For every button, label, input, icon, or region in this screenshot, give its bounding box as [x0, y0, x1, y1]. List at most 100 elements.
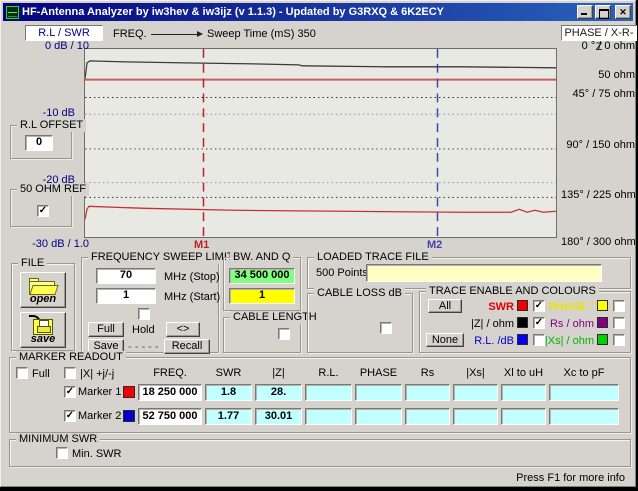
trace-label-phase: PHASE ° — [548, 301, 594, 313]
marker2-z: 30.01 — [255, 407, 302, 425]
marker2-rs — [405, 407, 450, 425]
axis-right-4: 135° / 225 ohm — [561, 189, 636, 201]
axis-right-0: 0 ° / 0 ohm — [581, 40, 635, 52]
range-button[interactable]: <> — [166, 322, 200, 337]
title-bar[interactable]: HF-Antenna Analyzer by iw3hev & iw3ijz (… — [3, 3, 633, 21]
trace-swatch-rs[interactable] — [597, 317, 608, 328]
stop-freq-label: MHz (Stop) — [164, 271, 220, 283]
xj-checkbox[interactable] — [64, 367, 76, 379]
hold-label: Hold — [132, 324, 155, 336]
limits-dashes: - - - - - — [128, 341, 159, 353]
start-freq-input[interactable]: 1 — [96, 288, 156, 304]
trace-enable-title: TRACE ENABLE AND COLOURS — [426, 285, 599, 298]
close-button-icon[interactable] — [615, 5, 631, 19]
points-label: 500 Points — [316, 267, 368, 279]
col-rs: Rs — [420, 367, 435, 379]
col-xc: Xc to pF — [563, 367, 605, 379]
marker1-phase — [355, 383, 402, 401]
trace-file-field[interactable] — [366, 264, 602, 282]
marker1-rs — [405, 383, 450, 401]
xj-label: |X| +j/-j — [80, 368, 115, 380]
app-icon — [6, 5, 19, 19]
fifty-ohm-ref-title: 50 OHM REF — [17, 183, 90, 196]
full-readout-checkbox[interactable] — [16, 367, 28, 379]
marker1-rl — [305, 383, 352, 401]
marker-readout-group: MARKER READOUT Full |X| +j/-j FREQ. SWR … — [9, 351, 631, 433]
axis-right-3: 90° / 150 ohm — [566, 139, 635, 151]
open-button[interactable]: open — [20, 272, 66, 308]
cable-loss-group: CABLE LOSS dB — [307, 287, 413, 353]
trace-checkbox-rs[interactable] — [613, 317, 625, 329]
minimize-button-icon[interactable] — [577, 5, 593, 19]
marker1-checkbox[interactable] — [64, 386, 76, 398]
sweep-plot[interactable] — [84, 48, 557, 238]
axis-right-1: 50 ohm — [598, 69, 635, 81]
full-button[interactable]: Full — [88, 322, 124, 337]
cable-length-group: CABLE LENGTH — [223, 311, 320, 353]
marker1-color-swatch[interactable] — [123, 386, 135, 398]
marker1-freq[interactable]: 18 250 000 — [138, 383, 202, 401]
marker1-label: Marker 1 — [78, 386, 122, 398]
min-swr-label: Min. SWR — [72, 448, 122, 460]
readout-column-headers: FREQ. SWR |Z| R.L. PHASE Rs |Xs| Xl to u… — [138, 367, 619, 379]
marker2-freq[interactable]: 52 750 000 — [138, 407, 202, 425]
min-swr-checkbox[interactable] — [56, 447, 68, 459]
sweep-arrowhead-icon — [197, 31, 203, 37]
axis-right-5: 180° / 300 ohm — [561, 236, 636, 248]
axis-left-0: 0 dB / 10 — [44, 40, 89, 52]
bandwidth-field: 34 500 000 — [229, 268, 295, 284]
marker2-color-swatch[interactable] — [123, 410, 135, 422]
marker1-flag[interactable]: M1 — [194, 239, 209, 251]
fifty-ohm-ref-group: 50 OHM REF — [10, 183, 90, 227]
trace-swatch-xs[interactable] — [597, 334, 608, 345]
file-group: FILE open save — [11, 257, 75, 351]
axis-left-1: -10 dB — [42, 107, 75, 119]
sweep-time-label: Sweep Time (mS) 350 — [207, 28, 316, 40]
col-xs: |Xs| — [466, 367, 485, 379]
trace-swatch-phase[interactable] — [597, 300, 608, 311]
marker2-xc — [549, 407, 619, 425]
hold-checkbox[interactable] — [138, 308, 150, 320]
rl-swr-mode-label: R.L / SWR — [25, 25, 103, 41]
maximize-button-icon[interactable] — [595, 5, 611, 19]
marker1-row: Marker 1 18 250 000 1.8 28. — [64, 383, 619, 401]
none-traces-button[interactable]: None — [426, 333, 464, 347]
marker1-xl — [501, 383, 546, 401]
marker2-flag[interactable]: M2 — [427, 239, 442, 251]
trace-enable-group: TRACE ENABLE AND COLOURS All None SWR PH… — [419, 285, 631, 353]
save-button[interactable]: save — [20, 312, 66, 348]
rl-offset-input[interactable]: 0 — [25, 135, 53, 151]
fifty-ohm-ref-checkbox[interactable] — [37, 205, 49, 217]
trace-label-z: |Z| / ohm — [470, 318, 514, 330]
col-rl: R.L. — [318, 367, 339, 379]
rl-offset-title: R.L OFFSET — [17, 119, 87, 132]
cable-loss-checkbox[interactable] — [380, 322, 392, 334]
trace-checkbox-xs[interactable] — [613, 334, 625, 346]
trace-checkbox-phase[interactable] — [613, 300, 625, 312]
open-button-label: open — [29, 293, 57, 305]
trace-label-xs: |Xs| / ohm — [544, 335, 594, 347]
marker1-swr: 1.8 — [205, 383, 252, 401]
sweep-arrow-icon — [151, 34, 197, 35]
stop-freq-input[interactable]: 70 — [96, 268, 156, 284]
trace-label-rl: R.L. /dB — [474, 335, 514, 347]
recall-button[interactable]: Recall — [164, 339, 210, 354]
marker-readout-title: MARKER READOUT — [16, 351, 126, 364]
trace-label-rs: Rs / ohm — [549, 318, 594, 330]
cable-length-checkbox[interactable] — [278, 328, 290, 340]
start-freq-label: MHz (Start) — [164, 291, 221, 303]
q-field: 1 — [229, 288, 295, 304]
sweep-limits-group: FREQUENCY SWEEP LIMITS 70 MHz (Stop) 1 M… — [81, 251, 244, 354]
marker2-xs — [453, 407, 498, 425]
marker2-swr: 1.77 — [205, 407, 252, 425]
window-title: HF-Antenna Analyzer by iw3hev & iw3ijz (… — [22, 6, 444, 18]
col-freq: FREQ. — [153, 367, 187, 379]
cable-loss-title: CABLE LOSS dB — [314, 287, 405, 300]
marker2-checkbox[interactable] — [64, 410, 76, 422]
marker2-row: Marker 2 52 750 000 1.77 30.01 — [64, 407, 619, 425]
bw-q-group: BW. AND Q 34 500 000 1 — [223, 251, 301, 311]
axis-right-2: 45° / 75 ohm — [572, 88, 636, 100]
minimum-swr-title: MINIMUM SWR — [16, 433, 101, 446]
col-swr: SWR — [215, 367, 242, 379]
phase-mode-label: PHASE / X-R-Z — [561, 25, 637, 53]
